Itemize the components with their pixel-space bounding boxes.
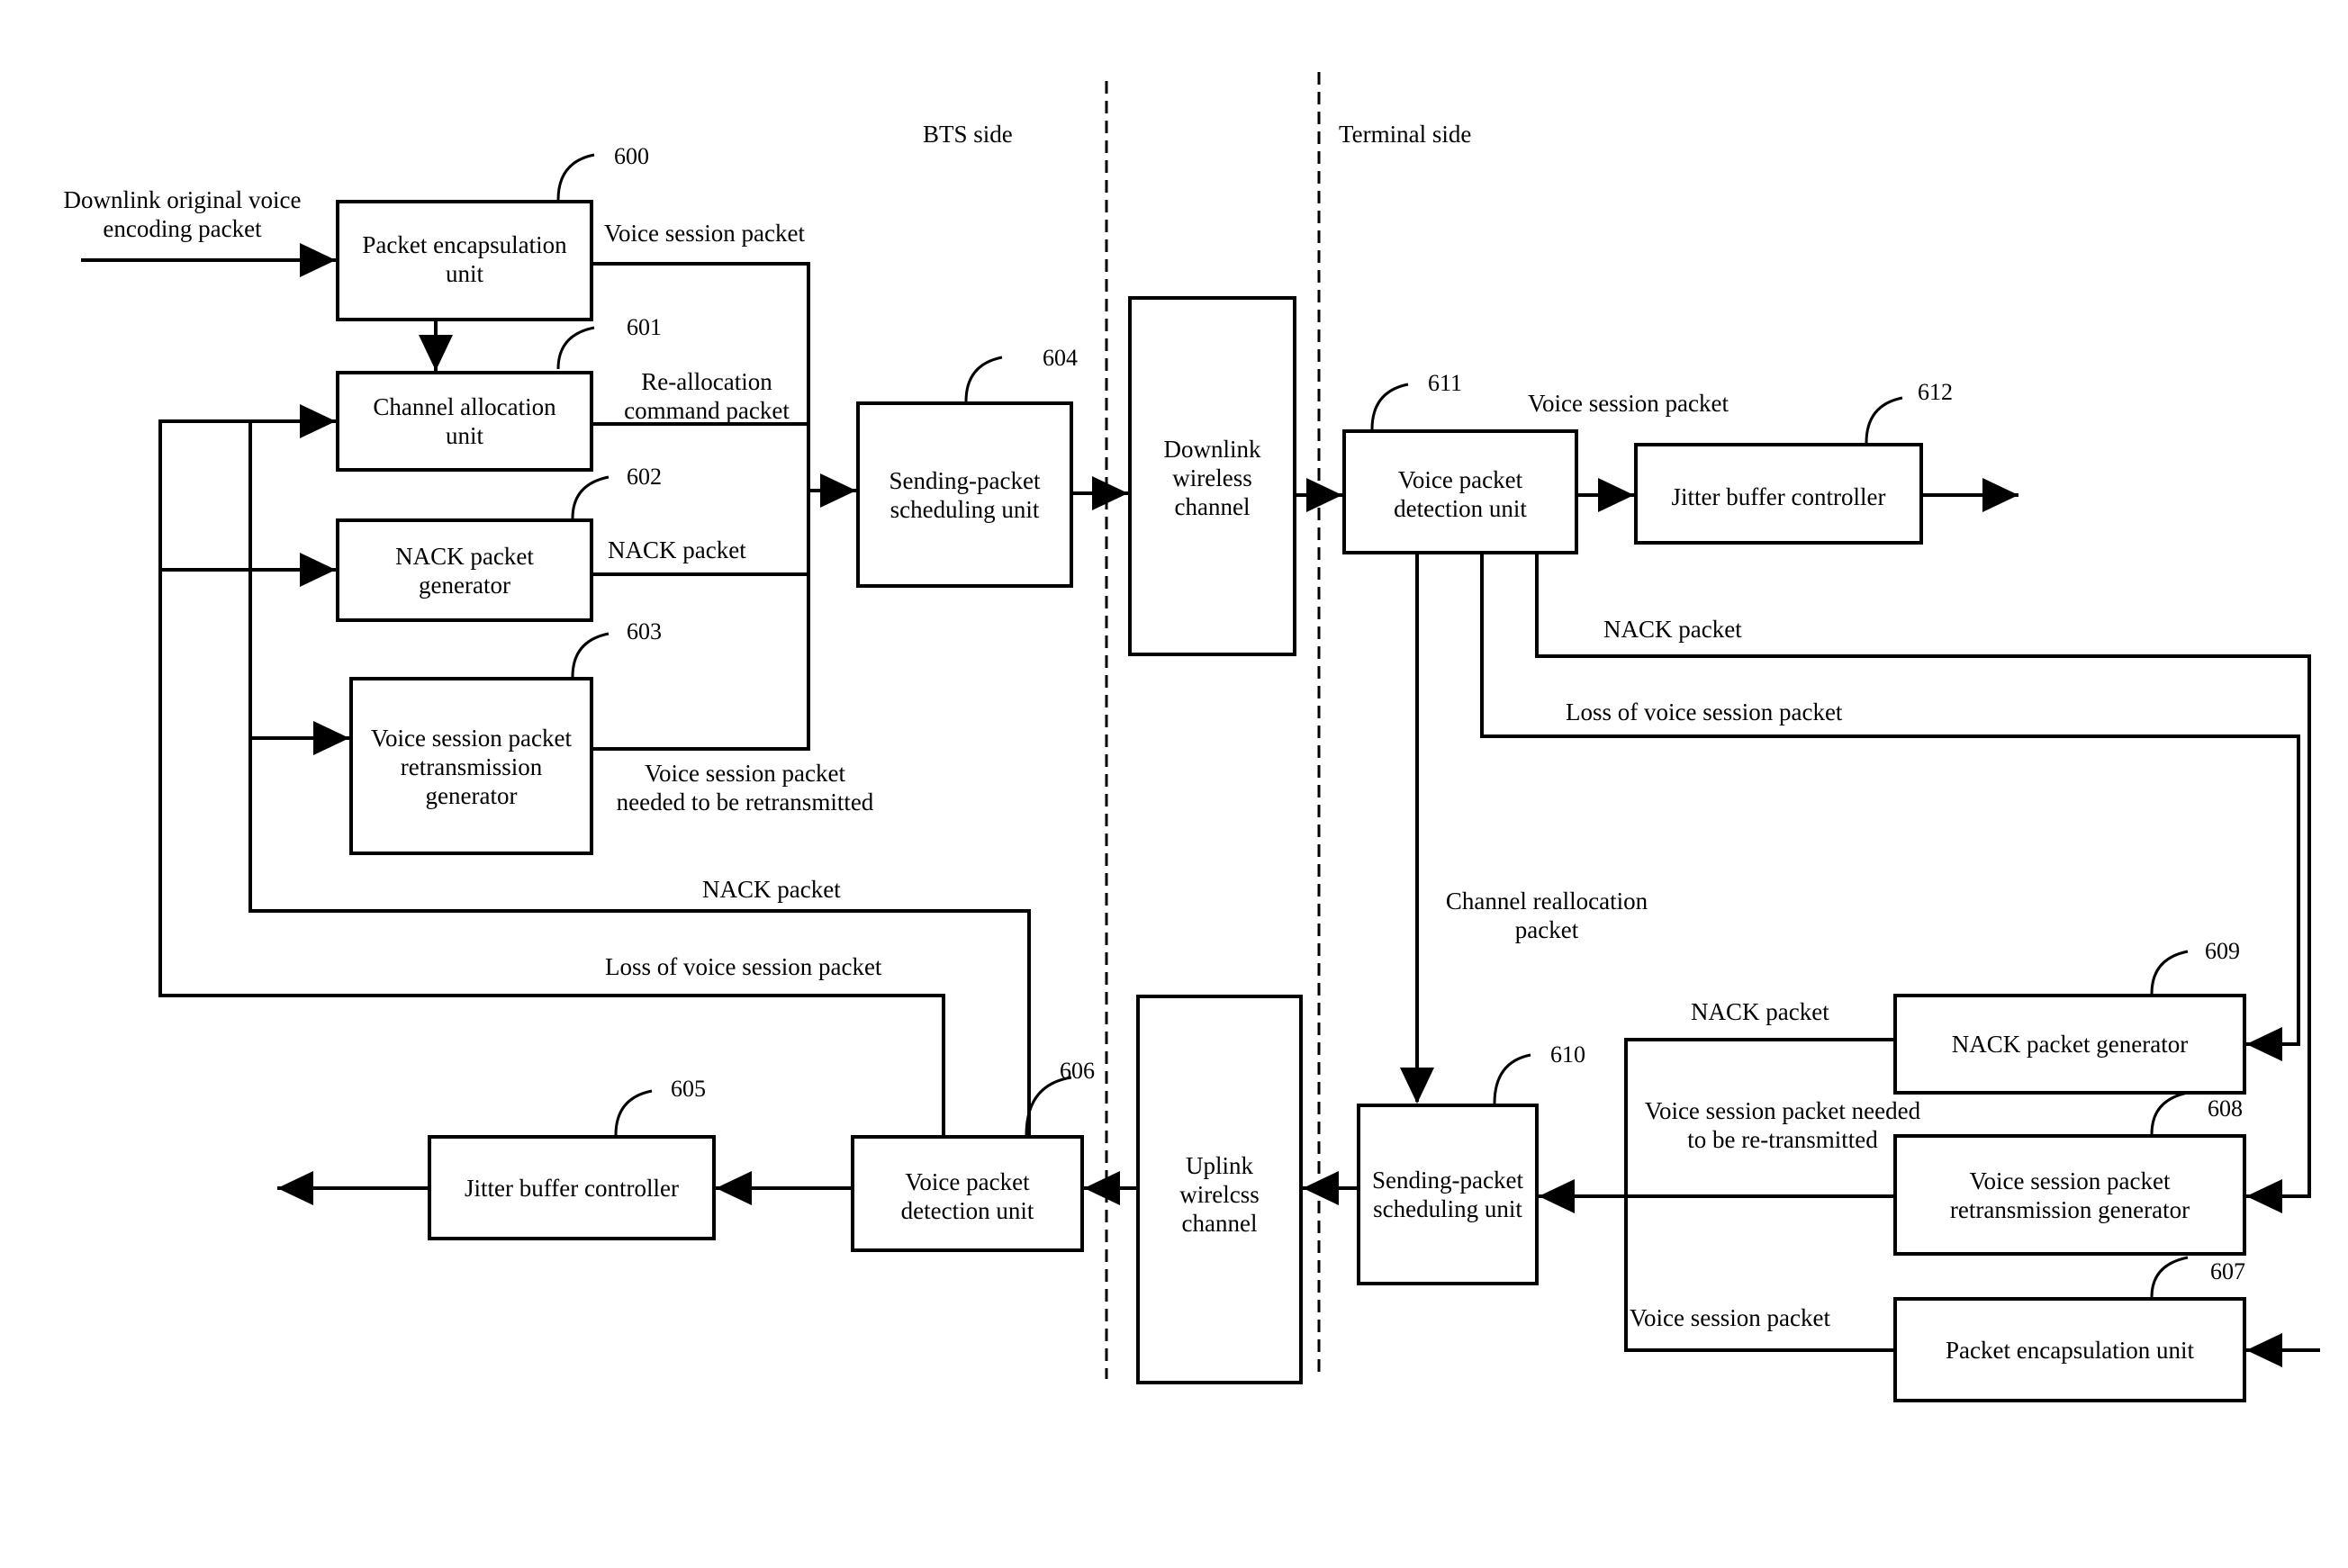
ref-609: 609: [2205, 938, 2240, 964]
box-612-text: Jitter buffer controller: [1671, 483, 1886, 510]
label-bts-retx: Voice session packet needed to be retran…: [616, 760, 874, 816]
label-bts-realloc: Re-allocation command packet: [624, 368, 790, 424]
arrowhead-to-downlink: [1092, 476, 1128, 510]
leader-608: [2150, 1091, 2189, 1135]
ref-604: 604: [1043, 345, 1078, 371]
leader-604: [964, 356, 1003, 402]
leader-600: [556, 153, 595, 201]
label-term-up-retx: Voice session packet needed to be re-tra…: [1644, 1097, 1921, 1153]
nack-packet-generator-602: NACK packet generator: [336, 518, 593, 622]
sending-packet-scheduling-unit-610: Sending-packet scheduling unit: [1357, 1104, 1539, 1285]
arrowhead-to-610: [1539, 1179, 1575, 1213]
channel-allocation-unit-601: Channel allocation unit: [336, 371, 593, 472]
jitter-buffer-controller-605: Jitter buffer controller: [428, 1135, 716, 1240]
retransmission-generator-603: Voice session packet retransmission gene…: [349, 677, 593, 855]
input-arrowhead: [300, 243, 336, 277]
arrowhead-to-601: [300, 404, 336, 438]
box-608-text: Voice session packet retransmission gene…: [1949, 1167, 2190, 1223]
box-611-text: Voice packet detection unit: [1394, 466, 1527, 522]
arrowhead-to-602: [300, 553, 336, 587]
label-term-up-nack: NACK packet: [1691, 998, 1829, 1025]
label-bts-fb-loss: Loss of voice session packet: [605, 953, 882, 980]
bts-side-label: BTS side: [923, 121, 1013, 148]
leader-603: [571, 632, 610, 678]
downlink-text: Downlink wireless channel: [1163, 436, 1261, 520]
arrowhead-to-609: [2246, 1027, 2282, 1061]
label-term-voice-session: Voice session packet: [1528, 390, 1729, 417]
sending-packet-scheduling-unit-604: Sending-packet scheduling unit: [856, 401, 1073, 588]
uplink-wireless-channel: Uplink wirelcss channel: [1136, 995, 1303, 1384]
box-605-text: Jitter buffer controller: [465, 1174, 679, 1202]
box-609-text: NACK packet generator: [1951, 1031, 2189, 1058]
label-term-up-voice: Voice session packet: [1630, 1304, 1830, 1331]
arrowhead-to-608: [2246, 1179, 2282, 1213]
jitter-buffer-controller-612: Jitter buffer controller: [1634, 443, 1923, 545]
label-bts-fb-nack: NACK packet: [702, 876, 841, 903]
leader-607: [2150, 1256, 2189, 1298]
box-600-text: Packet encapsulation unit: [362, 231, 567, 287]
ref-600: 600: [614, 143, 649, 169]
packet-encapsulation-unit-600: Packet encapsulation unit: [336, 200, 593, 321]
arrowhead-to-607: [2246, 1333, 2282, 1367]
label-term-realloc: Channel reallocation packet: [1445, 888, 1648, 943]
terminal-side-label: Terminal side: [1339, 121, 1472, 148]
arrowhead-to-611: [1306, 478, 1342, 512]
box-601-text: Channel allocation unit: [373, 393, 556, 449]
voice-packet-detection-unit-611: Voice packet detection unit: [1342, 429, 1578, 554]
arrowhead-to-604: [820, 473, 856, 508]
label-bts-voice-session: Voice session packet: [604, 220, 805, 247]
ref-607: 607: [2210, 1258, 2245, 1284]
leader-609: [2150, 950, 2189, 995]
uplink-text: Uplink wirelcss channel: [1179, 1152, 1260, 1237]
arrowhead-to-606: [1084, 1171, 1120, 1205]
arrowhead-to-610-top: [1400, 1068, 1434, 1104]
leader-611: [1370, 383, 1409, 430]
ref-605: 605: [671, 1076, 706, 1102]
ref-611: 611: [1428, 370, 1463, 396]
ref-610: 610: [1550, 1041, 1585, 1068]
ref-606: 606: [1060, 1058, 1095, 1084]
ref-601: 601: [627, 314, 662, 340]
label-term-loss: Loss of voice session packet: [1566, 698, 1843, 725]
packet-encapsulation-unit-607: Packet encapsulation unit: [1893, 1297, 2246, 1402]
leader-602: [571, 475, 610, 519]
input-label: Downlink original voice encoding packet: [63, 186, 302, 242]
arrowhead-to-612: [1598, 478, 1634, 512]
voice-packet-detection-unit-606: Voice packet detection unit: [851, 1135, 1084, 1252]
arrowhead-out-612: [1982, 478, 2018, 512]
leader-612: [1865, 396, 1903, 444]
box-610-text: Sending-packet scheduling unit: [1372, 1167, 1523, 1222]
label-term-nack: NACK packet: [1603, 616, 1742, 643]
box-603-text: Voice session packet retransmission gene…: [371, 725, 572, 809]
ref-612: 612: [1918, 379, 1953, 405]
nack-packet-generator-609: NACK packet generator: [1893, 994, 2246, 1095]
box-602-text: NACK packet generator: [395, 542, 534, 599]
ref-608: 608: [2208, 1095, 2243, 1122]
downlink-wireless-channel: Downlink wireless channel: [1128, 296, 1296, 656]
box-607-text: Packet encapsulation unit: [1946, 1336, 2194, 1364]
arrowhead-to-603: [313, 721, 349, 755]
arrowhead-out-605: [277, 1171, 313, 1205]
box-604-text: Sending-packet scheduling unit: [889, 467, 1041, 523]
wire-voice-session: [593, 262, 810, 751]
arrowhead-to-uplink: [1303, 1171, 1339, 1205]
leader-601: [556, 326, 595, 370]
ref-602: 602: [627, 464, 662, 490]
leader-605: [614, 1089, 653, 1136]
box-606-text: Voice packet detection unit: [900, 1168, 1034, 1224]
ref-603: 603: [627, 618, 662, 644]
label-bts-nack: NACK packet: [608, 536, 746, 563]
arrowhead-to-605: [716, 1171, 752, 1205]
leader-606: [1025, 1076, 1072, 1136]
leader-610: [1493, 1053, 1531, 1104]
retransmission-generator-608: Voice session packet retransmission gene…: [1893, 1134, 2246, 1256]
arrowhead-600-to-601: [419, 335, 453, 371]
